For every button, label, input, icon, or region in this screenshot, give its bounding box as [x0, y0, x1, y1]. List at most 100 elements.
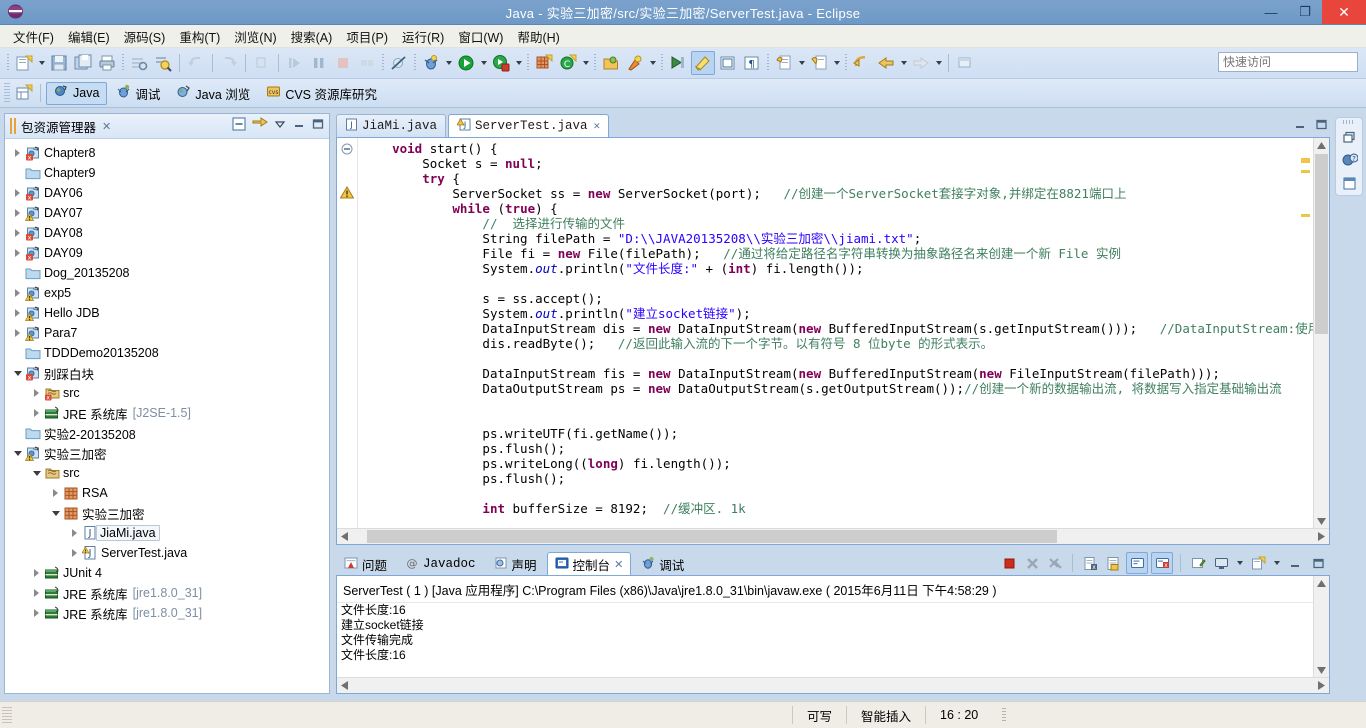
tree-item[interactable]: exp5 [5, 283, 329, 303]
close-icon[interactable]: ✕ [102, 120, 111, 133]
back-history-icon[interactable] [851, 52, 873, 74]
open-declaration-arrow-icon[interactable] [831, 53, 842, 73]
menu-item-edit[interactable]: 编辑(E) [61, 25, 117, 48]
run-dropdown-arrow-icon[interactable] [478, 53, 489, 73]
run-icon[interactable] [455, 52, 477, 74]
tree-item[interactable]: JUnit 4 [5, 563, 329, 583]
minimize-console-icon[interactable] [1285, 553, 1305, 573]
editor-vertical-scrollbar[interactable] [1313, 138, 1329, 529]
close-button[interactable]: ✕ [1322, 0, 1366, 24]
tree-item[interactable]: Hello JDB [5, 303, 329, 323]
editor-tab-servertest[interactable]: J ServerTest.java ✕ [448, 114, 610, 137]
toolbar-drag-handle[interactable] [7, 54, 9, 72]
menu-item-window[interactable]: 窗口(W) [451, 25, 510, 48]
outline-view-icon[interactable] [1339, 173, 1359, 193]
menu-item-refactor[interactable]: 重构(T) [172, 25, 227, 48]
overview-mark[interactable] [1301, 214, 1310, 217]
debug-dropdown-arrow-icon[interactable] [443, 53, 454, 73]
pilcrow-icon[interactable]: ¶ [741, 52, 763, 74]
scroll-up-icon[interactable] [1314, 576, 1329, 591]
warning-marker-icon[interactable] [339, 186, 355, 202]
scroll-right-icon[interactable] [1314, 529, 1329, 544]
editor-tab-jiami[interactable]: J JiaMi.java [336, 114, 447, 137]
menu-item-source[interactable]: 源码(S) [117, 25, 173, 48]
twisty-collapsed-icon[interactable] [11, 209, 24, 217]
forward-arrow-icon[interactable] [933, 53, 944, 73]
new-class-arrow-icon[interactable] [580, 53, 591, 73]
display-selected-console-icon[interactable] [1211, 553, 1231, 573]
view-menu-icon[interactable] [273, 117, 287, 134]
menu-item-search[interactable]: 搜索(A) [284, 25, 340, 48]
restore-icon[interactable] [1339, 127, 1359, 147]
last-edit-location-icon[interactable] [773, 52, 795, 74]
tree-item[interactable]: x src [5, 383, 329, 403]
perspective-debug[interactable]: 调试 [109, 83, 167, 104]
tree-item[interactable]: 实验2-20135208 [5, 423, 329, 443]
menu-item-help[interactable]: 帮助(H) [510, 25, 566, 48]
twisty-collapsed-icon[interactable] [30, 569, 43, 577]
console-vertical-scrollbar[interactable] [1313, 576, 1329, 678]
tree-item[interactable]: JRE 系统库 [J2SE-1.5] [5, 403, 329, 423]
twisty-collapsed-icon[interactable] [30, 409, 43, 417]
minimize-editor-icon[interactable] [1294, 118, 1307, 134]
twisty-collapsed-icon[interactable] [11, 309, 24, 317]
quick-access-input[interactable] [1218, 52, 1358, 72]
pin-console-icon[interactable] [1188, 553, 1208, 573]
run-last-tool-arrow-icon[interactable] [647, 53, 658, 73]
status-bar-resize-handle[interactable] [1002, 708, 1007, 722]
minimize-button[interactable]: — [1254, 0, 1288, 24]
tree-item[interactable]: x Chapter8 [5, 143, 329, 163]
tree-item[interactable]: JRE 系统库 [jre1.8.0_31] [5, 583, 329, 603]
twisty-collapsed-icon[interactable] [11, 189, 24, 197]
twisty-collapsed-icon[interactable] [68, 529, 81, 537]
menu-item-run[interactable]: 运行(R) [395, 25, 451, 48]
new-class-icon[interactable]: C [557, 52, 579, 74]
clear-console-icon[interactable]: x [1080, 553, 1100, 573]
twisty-expanded-icon[interactable] [11, 450, 24, 456]
tab-console[interactable]: 控制台 ✕ [546, 552, 632, 575]
menu-item-file[interactable]: 文件(F) [6, 25, 61, 48]
perspective-drag-handle[interactable] [4, 83, 10, 103]
tree-item[interactable]: JRE 系统库 [jre1.8.0_31] [5, 603, 329, 623]
overview-warning-mark[interactable] [1301, 158, 1310, 163]
editor-gutter[interactable] [337, 138, 358, 529]
scroll-left-icon[interactable] [337, 678, 352, 693]
tree-item[interactable]: Para7 [5, 323, 329, 343]
tab-problems[interactable]: 问题 [336, 552, 395, 575]
display-console-arrow-icon[interactable] [1234, 553, 1245, 573]
editor-hscroll-thumb[interactable] [367, 530, 1057, 543]
remove-launch-icon[interactable] [1022, 553, 1042, 573]
skip-breakpoints-icon[interactable] [388, 52, 410, 74]
twisty-expanded-icon[interactable] [11, 370, 24, 376]
menu-item-project[interactable]: 项目(P) [339, 25, 395, 48]
twisty-collapsed-icon[interactable] [11, 249, 24, 257]
tab-declaration[interactable]: 声明 [486, 552, 545, 575]
collapse-all-icon[interactable] [231, 116, 247, 135]
run-last-tool-icon[interactable] [624, 52, 646, 74]
perspective-java[interactable]: Java [46, 81, 108, 105]
tab-javadoc[interactable]: @ Javadoc [397, 552, 484, 575]
back-icon[interactable] [875, 52, 897, 74]
external-tools-icon[interactable] [490, 52, 512, 74]
pin-editor-icon[interactable] [954, 52, 976, 74]
new-wizard-icon[interactable] [13, 52, 35, 74]
perspective-java-browsing[interactable]: Java 浏览 [169, 83, 257, 104]
scroll-left-icon[interactable] [337, 529, 352, 544]
print-icon[interactable] [96, 52, 118, 74]
twisty-collapsed-icon[interactable] [11, 329, 24, 337]
save-all-icon[interactable] [72, 52, 94, 74]
twisty-collapsed-icon[interactable] [11, 149, 24, 157]
twisty-collapsed-icon[interactable] [49, 489, 62, 497]
source-code[interactable]: void start() { Socket s = null; try { Se… [358, 138, 1313, 516]
tree-item[interactable]: 实验三加密 [5, 443, 329, 463]
tree-item[interactable]: 实验三加密 [5, 503, 329, 523]
editor-scroll-thumb[interactable] [1315, 154, 1328, 334]
tree-item[interactable]: Chapter9 [5, 163, 329, 183]
twisty-collapsed-icon[interactable] [11, 229, 24, 237]
tree-item[interactable]: x DAY08 [5, 223, 329, 243]
maximize-console-icon[interactable] [1308, 553, 1328, 573]
tree-item[interactable]: J JiaMi.java [5, 523, 329, 543]
next-annotation-icon[interactable] [667, 52, 689, 74]
scroll-down-icon[interactable] [1314, 663, 1329, 678]
project-tree[interactable]: x Chapter8 Chapter9 x DAY06 DAY07 x DAY08 x DAY09… [5, 139, 329, 693]
